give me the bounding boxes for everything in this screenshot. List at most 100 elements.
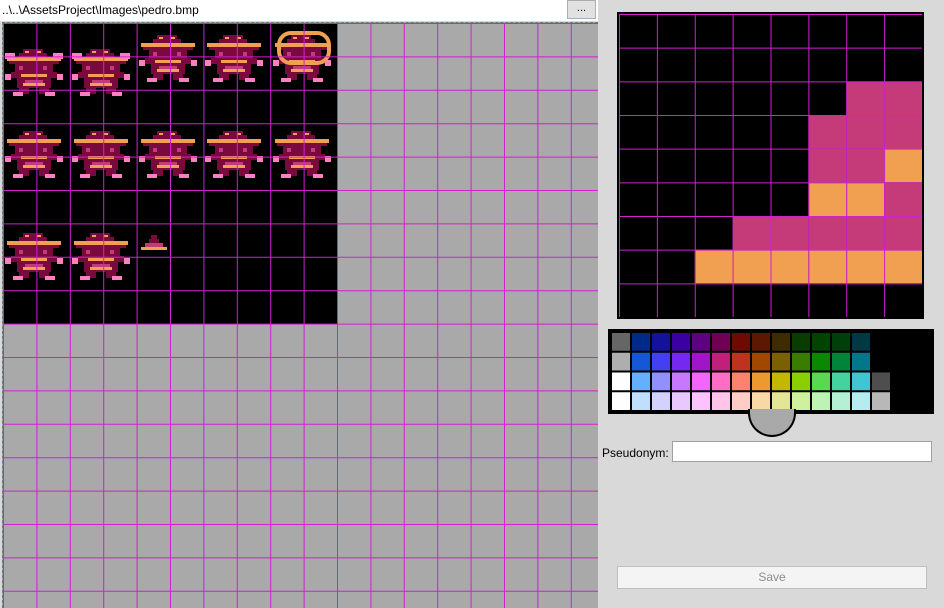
zoom-preview-svg[interactable] — [619, 14, 922, 317]
palette-swatch[interactable] — [852, 352, 870, 371]
zoom-pixel — [884, 14, 922, 48]
palette-swatch[interactable] — [732, 372, 750, 391]
palette-swatch[interactable] — [892, 333, 910, 351]
pseudonym-input[interactable] — [672, 441, 932, 462]
zoom-pixel — [808, 182, 847, 216]
palette-swatch[interactable] — [792, 333, 810, 351]
palette-swatch[interactable] — [772, 352, 790, 371]
palette-swatch[interactable] — [792, 392, 810, 410]
zoom-pixel — [619, 115, 657, 149]
palette-swatch[interactable] — [772, 333, 790, 351]
palette-swatch[interactable] — [832, 352, 850, 371]
zoom-pixel — [619, 283, 657, 317]
zoom-pixel — [619, 47, 657, 82]
palette-swatch[interactable] — [812, 392, 830, 410]
palette-swatch[interactable] — [612, 333, 630, 351]
browse-file-button[interactable]: ... — [567, 0, 596, 19]
palette-swatch[interactable] — [892, 352, 910, 371]
palette-swatch[interactable] — [792, 352, 810, 371]
zoom-pixel — [619, 249, 657, 284]
palette-swatch[interactable] — [632, 333, 650, 351]
palette-swatch[interactable] — [712, 392, 730, 410]
palette-swatch[interactable] — [632, 392, 650, 410]
palette-swatch[interactable] — [892, 392, 910, 410]
palette-swatch[interactable] — [612, 392, 630, 410]
palette-swatch[interactable] — [812, 333, 830, 351]
palette-swatch[interactable] — [712, 372, 730, 391]
zoom-pixel — [619, 216, 657, 250]
zoom-pixel — [770, 115, 809, 149]
zoom-pixel — [732, 216, 771, 250]
palette-swatch[interactable] — [872, 352, 890, 371]
zoom-pixel — [846, 148, 885, 183]
palette-swatch[interactable] — [912, 372, 930, 391]
palette-swatch[interactable] — [692, 333, 710, 351]
palette-swatch[interactable] — [652, 352, 670, 371]
zoom-pixel — [846, 47, 885, 82]
zoom-pixel — [656, 182, 695, 216]
zoom-pixel — [846, 249, 885, 284]
zoom-preview-panel[interactable] — [617, 12, 924, 319]
palette-swatch[interactable] — [872, 392, 890, 410]
sprite-sheet-svg[interactable] — [3, 23, 598, 608]
palette-swatch[interactable] — [672, 372, 690, 391]
palette-swatch[interactable] — [772, 372, 790, 391]
palette-swatch[interactable] — [872, 333, 890, 351]
palette-swatch[interactable] — [612, 352, 630, 371]
zoom-pixel — [884, 148, 922, 183]
palette-swatch[interactable] — [812, 372, 830, 391]
zoom-pixel — [656, 14, 695, 48]
zoom-pixel — [884, 249, 922, 284]
color-palette[interactable] — [608, 329, 934, 414]
palette-scroll-handle[interactable] — [748, 409, 796, 437]
palette-swatch[interactable] — [872, 372, 890, 391]
zoom-pixel — [694, 249, 733, 284]
zoom-pixel — [808, 47, 847, 82]
palette-swatch[interactable] — [712, 352, 730, 371]
zoom-pixel — [770, 283, 809, 317]
palette-swatch[interactable] — [772, 392, 790, 410]
palette-swatch[interactable] — [632, 352, 650, 371]
palette-swatch[interactable] — [892, 372, 910, 391]
color-palette-svg[interactable] — [611, 332, 931, 411]
zoom-pixel — [656, 81, 695, 115]
zoom-pixel — [656, 148, 695, 183]
palette-swatch[interactable] — [852, 372, 870, 391]
palette-swatch[interactable] — [692, 372, 710, 391]
palette-swatch[interactable] — [632, 372, 650, 391]
palette-swatch[interactable] — [652, 372, 670, 391]
palette-swatch[interactable] — [812, 352, 830, 371]
palette-swatch[interactable] — [672, 333, 690, 351]
palette-swatch[interactable] — [732, 352, 750, 371]
palette-swatch[interactable] — [692, 352, 710, 371]
palette-swatch[interactable] — [912, 392, 930, 410]
palette-swatch[interactable] — [752, 392, 770, 410]
palette-swatch[interactable] — [832, 372, 850, 391]
zoom-pixel — [770, 216, 809, 250]
zoom-pixel — [770, 47, 809, 82]
palette-swatch[interactable] — [652, 392, 670, 410]
palette-swatch[interactable] — [752, 352, 770, 371]
palette-swatch[interactable] — [732, 392, 750, 410]
palette-swatch[interactable] — [912, 352, 930, 371]
palette-swatch[interactable] — [792, 372, 810, 391]
palette-swatch[interactable] — [852, 392, 870, 410]
palette-swatch[interactable] — [612, 372, 630, 391]
palette-swatch[interactable] — [832, 392, 850, 410]
sprite-sheet-canvas[interactable] — [2, 22, 598, 608]
palette-swatch[interactable] — [832, 333, 850, 351]
save-button[interactable]: Save — [617, 566, 927, 589]
palette-swatch[interactable] — [672, 392, 690, 410]
zoom-pixel — [732, 115, 771, 149]
palette-swatch[interactable] — [912, 333, 930, 351]
palette-swatch[interactable] — [712, 333, 730, 351]
palette-swatch[interactable] — [752, 372, 770, 391]
zoom-pixel — [808, 81, 847, 115]
palette-swatch[interactable] — [752, 333, 770, 351]
palette-swatch[interactable] — [652, 333, 670, 351]
palette-swatch[interactable] — [692, 392, 710, 410]
palette-swatch[interactable] — [672, 352, 690, 371]
palette-swatch[interactable] — [852, 333, 870, 351]
zoom-pixel — [619, 148, 657, 183]
palette-swatch[interactable] — [732, 333, 750, 351]
